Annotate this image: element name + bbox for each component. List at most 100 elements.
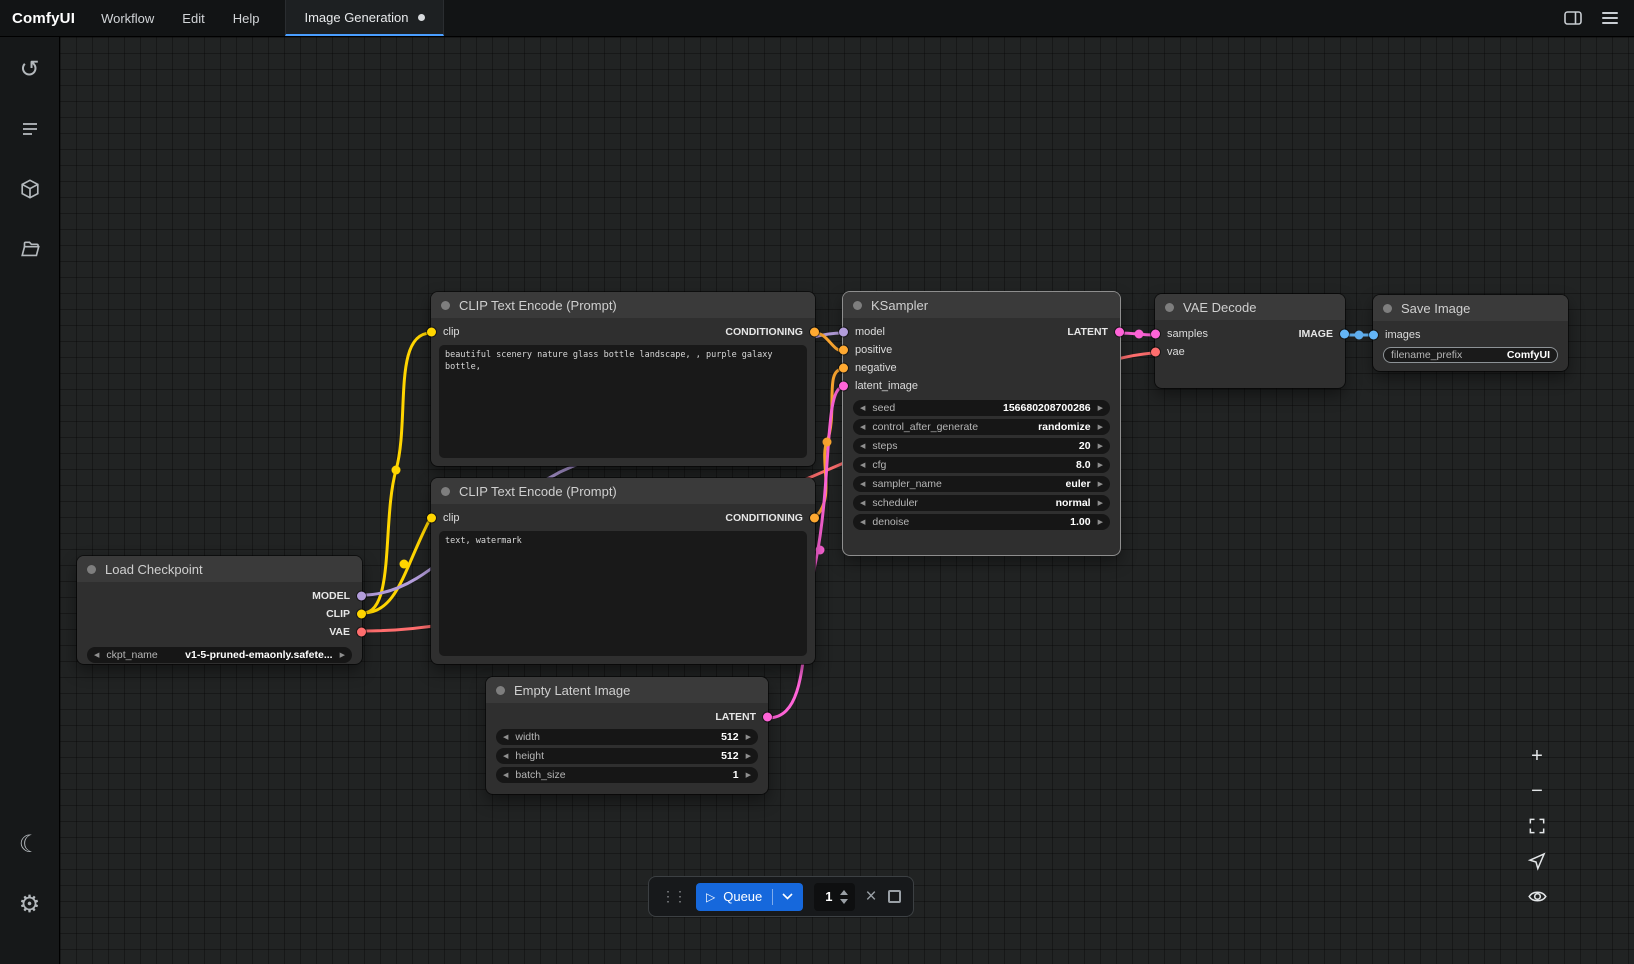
settings-gear-icon[interactable]: ⚙ [10,884,50,924]
prompt-textarea[interactable]: beautiful scenery nature glass bottle la… [439,345,807,458]
menu-help[interactable]: Help [233,11,260,26]
prev-value-icon[interactable]: ◀ [860,500,865,507]
prev-value-icon[interactable]: ◀ [860,405,865,412]
fit-view-button[interactable] [1522,812,1552,840]
next-value-icon[interactable]: ▶ [1098,443,1103,450]
node-clip-text-encode-negative[interactable]: CLIP Text Encode (Prompt) clip CONDITION… [431,478,815,664]
node-header[interactable]: CLIP Text Encode (Prompt) [431,292,815,318]
widget-filename-prefix[interactable]: filename_prefix ComfyUI [1383,347,1558,363]
port-conditioning-output[interactable] [810,514,819,523]
queue-options-chevron-icon[interactable] [772,889,793,905]
widget-steps[interactable]: ◀ steps 20 ▶ [853,438,1110,454]
next-value-icon[interactable]: ▶ [340,652,345,659]
node-save-image[interactable]: Save Image images filename_prefix ComfyU… [1373,295,1568,371]
node-vae-decode[interactable]: VAE Decode samples IMAGE vae [1155,294,1345,388]
model-library-cube-icon[interactable] [10,169,50,209]
widget-height[interactable]: ◀ height 512 ▶ [496,748,758,764]
port-vae-output[interactable] [357,628,366,637]
tab-image-generation[interactable]: Image Generation [285,0,443,36]
widget-scheduler[interactable]: ◀ scheduler normal ▶ [853,495,1110,511]
menu-edit[interactable]: Edit [182,11,204,26]
port-images-input[interactable] [1369,331,1378,340]
port-model-output[interactable] [357,592,366,601]
widget-batch-size[interactable]: ◀ batch_size 1 ▶ [496,767,758,783]
port-vae-input[interactable] [1151,348,1160,357]
toggle-right-panel-icon[interactable] [1564,11,1582,25]
prev-value-icon[interactable]: ◀ [94,652,99,659]
node-header[interactable]: VAE Decode [1155,294,1345,320]
port-latent-output[interactable] [1115,328,1124,337]
node-empty-latent-image[interactable]: Empty Latent Image LATENT ◀ width 512 ▶ … [486,677,768,794]
port-negative-input[interactable] [839,364,848,373]
hamburger-menu-icon[interactable] [1602,12,1618,24]
menu-workflow[interactable]: Workflow [101,11,154,26]
prev-value-icon[interactable]: ◀ [860,424,865,431]
port-samples-input[interactable] [1151,330,1160,339]
node-header[interactable]: KSampler [843,292,1120,318]
collapse-dot-icon[interactable] [441,487,450,496]
port-positive-input[interactable] [839,346,848,355]
drag-handle-icon[interactable]: ⋮⋮ [661,888,685,905]
widget-width[interactable]: ◀ width 512 ▶ [496,729,758,745]
workflow-history-icon[interactable]: ↺ [10,49,50,89]
port-clip-input[interactable] [427,514,436,523]
port-latent-output[interactable] [763,713,772,722]
node-header[interactable]: Save Image [1373,295,1568,321]
prev-value-icon[interactable]: ◀ [860,462,865,469]
port-image-output[interactable] [1340,330,1349,339]
next-value-icon[interactable]: ▶ [1098,405,1103,412]
node-load-checkpoint[interactable]: Load Checkpoint MODEL CLIP VAE ◀ ckpt_na… [77,556,362,664]
batch-count-input[interactable]: 1 [814,883,854,911]
next-value-icon[interactable]: ▶ [1098,500,1103,507]
prev-value-icon[interactable]: ◀ [503,772,508,779]
port-latent-image-input[interactable] [839,382,848,391]
queue-list-icon[interactable] [10,109,50,149]
collapse-dot-icon[interactable] [441,301,450,310]
zoom-in-button[interactable]: + [1522,742,1552,770]
queue-button[interactable]: ▷ Queue [696,883,803,911]
collapse-dot-icon[interactable] [1383,304,1392,313]
port-clip-output[interactable] [357,610,366,619]
port-conditioning-output[interactable] [810,328,819,337]
theme-toggle-moon-icon[interactable]: ☾ [10,824,50,864]
stop-icon[interactable] [888,890,901,903]
increment-count-icon[interactable] [840,890,848,895]
next-value-icon[interactable]: ▶ [1098,519,1103,526]
prompt-textarea[interactable]: text, watermark [439,531,807,656]
next-value-icon[interactable]: ▶ [746,753,751,760]
collapse-dot-icon[interactable] [87,565,96,574]
widget-cfg[interactable]: ◀ cfg 8.0 ▶ [853,457,1110,473]
node-clip-text-encode-positive[interactable]: CLIP Text Encode (Prompt) clip CONDITION… [431,292,815,466]
next-value-icon[interactable]: ▶ [1098,424,1103,431]
next-value-icon[interactable]: ▶ [746,734,751,741]
decrement-count-icon[interactable] [840,899,848,904]
collapse-dot-icon[interactable] [1165,303,1174,312]
port-row: images [1373,326,1568,344]
widget-ckpt-name[interactable]: ◀ ckpt_name v1-5-pruned-emaonly.safete..… [87,647,352,663]
widget-seed[interactable]: ◀ seed 156680208700286 ▶ [853,400,1110,416]
next-value-icon[interactable]: ▶ [1098,481,1103,488]
node-header[interactable]: CLIP Text Encode (Prompt) [431,478,815,504]
clear-queue-icon[interactable]: × [866,887,877,906]
workflows-folder-icon[interactable] [10,229,50,269]
prev-value-icon[interactable]: ◀ [860,481,865,488]
widget-control-after-generate[interactable]: ◀ control_after_generate randomize ▶ [853,419,1110,435]
pan-mode-button[interactable] [1522,847,1552,875]
prev-value-icon[interactable]: ◀ [860,443,865,450]
collapse-dot-icon[interactable] [496,686,505,695]
next-value-icon[interactable]: ▶ [1098,462,1103,469]
node-header[interactable]: Load Checkpoint [77,556,362,582]
widget-denoise[interactable]: ◀ denoise 1.00 ▶ [853,514,1110,530]
zoom-out-button[interactable]: − [1522,777,1552,805]
node-header[interactable]: Empty Latent Image [486,677,768,703]
port-model-input[interactable] [839,328,848,337]
port-clip-input[interactable] [427,328,436,337]
next-value-icon[interactable]: ▶ [746,772,751,779]
prev-value-icon[interactable]: ◀ [503,734,508,741]
prev-value-icon[interactable]: ◀ [860,519,865,526]
node-ksampler[interactable]: KSampler model LATENT positive negative … [843,292,1120,555]
prev-value-icon[interactable]: ◀ [503,753,508,760]
toggle-visibility-eye-button[interactable] [1522,882,1552,910]
collapse-dot-icon[interactable] [853,301,862,310]
widget-sampler-name[interactable]: ◀ sampler_name euler ▶ [853,476,1110,492]
